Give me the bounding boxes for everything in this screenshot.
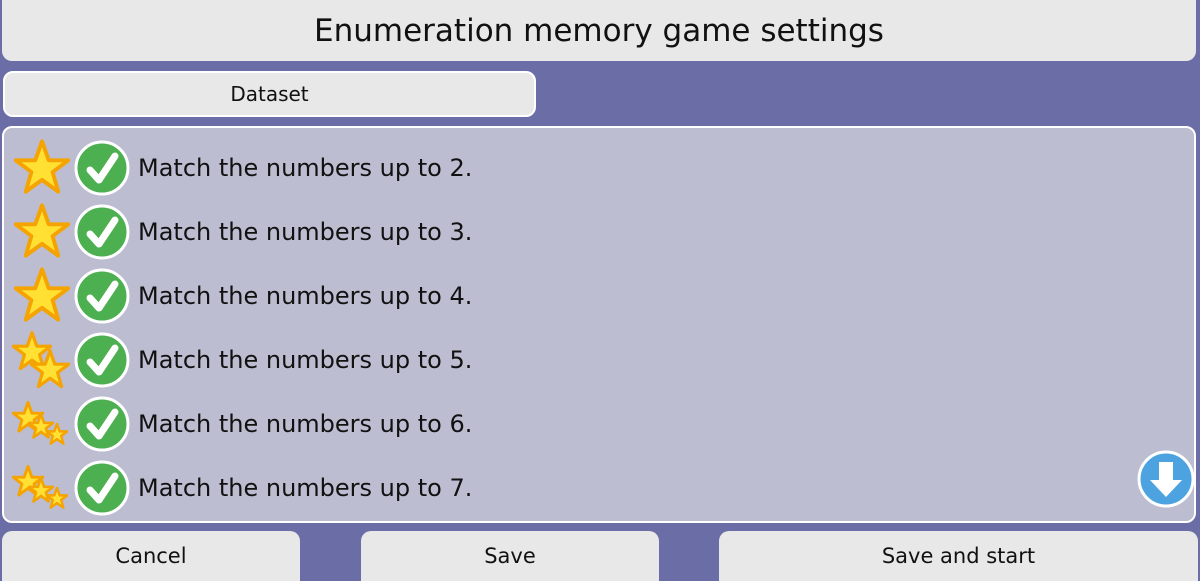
dataset-label: Match the numbers up to 6. [138, 410, 473, 438]
star-icon [14, 267, 72, 325]
dataset-item-6[interactable]: Match the numbers up to 6. [4, 394, 1124, 454]
save-and-start-button[interactable]: Save and start [719, 531, 1198, 581]
dataset-item-3[interactable]: Match the numbers up to 3. [4, 202, 1124, 262]
dataset-label: Match the numbers up to 7. [138, 474, 473, 502]
dataset-label: Match the numbers up to 5. [138, 346, 473, 374]
check-icon [74, 204, 130, 260]
star-icon [12, 331, 72, 389]
dataset-item-2[interactable]: Match the numbers up to 2. [4, 138, 1124, 198]
dataset-label: Match the numbers up to 4. [138, 282, 473, 310]
star-icon [12, 459, 72, 517]
check-icon [74, 268, 130, 324]
page-title: Enumeration memory game settings [2, 0, 1196, 61]
dataset-item-4[interactable]: Match the numbers up to 4. [4, 266, 1124, 326]
star-icon [14, 139, 72, 197]
dataset-item-7[interactable]: Match the numbers up to 7. [4, 458, 1124, 518]
check-icon [74, 140, 130, 196]
save-button[interactable]: Save [361, 531, 659, 581]
cancel-button[interactable]: Cancel [2, 531, 300, 581]
dataset-list[interactable]: Match the numbers up to 2. Match the num… [2, 126, 1196, 523]
dataset-label: Match the numbers up to 3. [138, 218, 473, 246]
tab-dataset[interactable]: Dataset [3, 71, 536, 117]
dataset-label: Match the numbers up to 2. [138, 154, 473, 182]
check-icon [74, 460, 130, 516]
check-icon [74, 332, 130, 388]
star-icon [12, 395, 72, 453]
check-icon [74, 396, 130, 452]
arrow-down-icon[interactable] [1137, 450, 1195, 508]
dataset-item-5[interactable]: Match the numbers up to 5. [4, 330, 1124, 390]
star-icon [14, 203, 72, 261]
